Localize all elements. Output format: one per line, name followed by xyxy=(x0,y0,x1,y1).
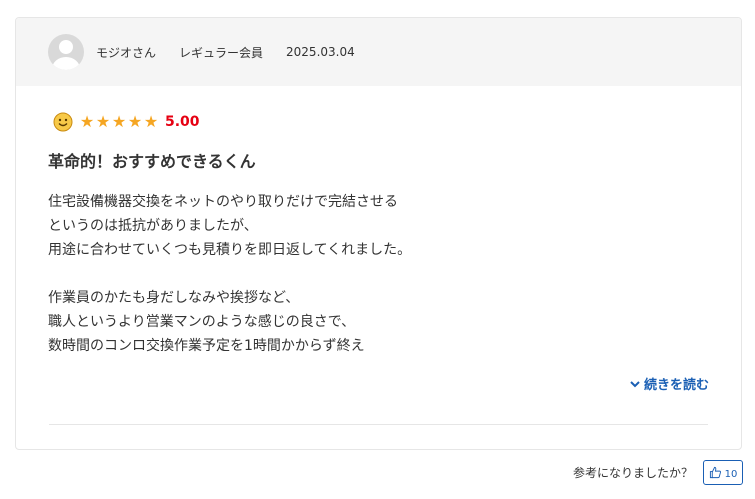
review-header: モジオさん レギュラー会員 2025.03.04 xyxy=(16,18,741,86)
smiley-face-icon xyxy=(53,112,73,132)
review-line: 作業員のかたも身だしなみや挨拶など、 xyxy=(48,290,300,306)
review-line: 用途に合わせていくつも見積りを即日返してくれました。 xyxy=(48,242,412,258)
review-date: 2025.03.04 xyxy=(286,45,355,59)
star-icon: ★ xyxy=(111,112,127,131)
review-line xyxy=(48,262,709,286)
star-rating: ★ ★ ★ ★ ★ xyxy=(79,114,159,130)
rating-row: ★ ★ ★ ★ ★ 5.00 xyxy=(53,110,709,134)
read-more-link[interactable]: 続きを読む xyxy=(629,374,709,393)
review-body: ★ ★ ★ ★ ★ 5.00 革命的！おすすめできるくん 住宅設備機器交換をネットのやり… xyxy=(16,86,741,358)
user-avatar-icon xyxy=(48,34,84,70)
review-line: 職人というより営業マンのような感じの良さで、 xyxy=(48,314,356,330)
member-type: レギュラー会員 xyxy=(179,45,264,60)
like-button[interactable]: 10 xyxy=(703,460,743,485)
review-line: 数時間のコンロ交換作業予定を1時間かからず終え xyxy=(48,338,365,354)
rating-score: 5.00 xyxy=(165,114,200,130)
thumbs-up-icon xyxy=(709,466,721,479)
star-icon: ★ xyxy=(127,112,143,131)
divider xyxy=(49,424,708,425)
read-more-label: 続きを読む xyxy=(643,378,709,393)
review-text: 住宅設備機器交換をネットのやり取りだけで完結させる というのは抵抗がありましたが… xyxy=(48,190,709,358)
review-title: 革命的！おすすめできるくん xyxy=(48,152,256,171)
review-line: 住宅設備機器交換をネットのやり取りだけで完結させる xyxy=(48,194,398,210)
star-icon: ★ xyxy=(79,112,95,131)
chevron-down-icon xyxy=(630,380,640,387)
review-line: というのは抵抗がありましたが、 xyxy=(48,218,258,234)
review-card: モジオさん レギュラー会員 2025.03.04 ★ ★ ★ ★ ★ 5.00 革命的！… xyxy=(15,17,742,450)
star-icon: ★ xyxy=(95,112,111,131)
helpful-question: 参考になりましたか？ xyxy=(572,466,693,480)
star-icon: ★ xyxy=(143,112,159,131)
reviewer-name: モジオさん xyxy=(96,45,157,60)
like-count: 10 xyxy=(724,468,738,480)
helpful-row: 参考になりましたか？ 10 xyxy=(573,460,743,485)
